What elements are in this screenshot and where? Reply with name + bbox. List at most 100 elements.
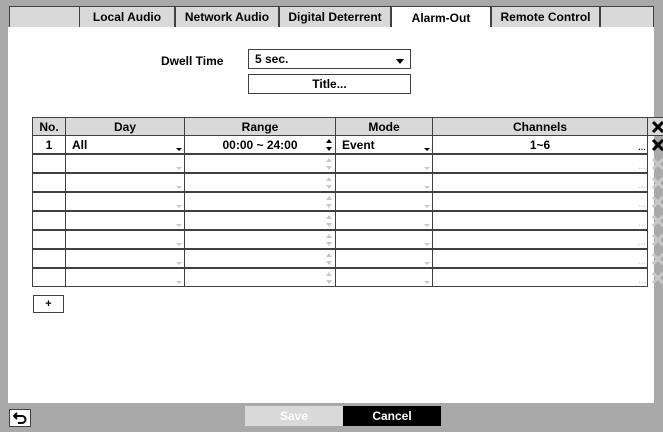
dwell-time-value: 5 sec. bbox=[255, 52, 289, 66]
cancel-button[interactable]: Cancel bbox=[343, 406, 441, 426]
more-icon: … bbox=[638, 143, 646, 152]
tab-remote-control[interactable]: Remote Control bbox=[491, 6, 600, 27]
channels-cell[interactable]: … bbox=[432, 249, 648, 268]
chevron-down-icon bbox=[176, 148, 182, 151]
close-icon bbox=[652, 120, 663, 133]
range-cell[interactable] bbox=[184, 230, 336, 249]
spin-arrows-icon bbox=[326, 196, 332, 208]
chevron-down-icon bbox=[424, 186, 430, 189]
chevron-down-icon bbox=[176, 262, 182, 265]
mode-cell[interactable] bbox=[335, 173, 433, 192]
chevron-down-icon bbox=[176, 167, 182, 170]
channels-cell[interactable]: … bbox=[432, 154, 648, 173]
mode-cell[interactable] bbox=[335, 154, 433, 173]
chevron-down-icon bbox=[176, 281, 182, 284]
more-icon: … bbox=[638, 219, 646, 228]
chevron-down-icon bbox=[176, 205, 182, 208]
chevron-down-icon bbox=[424, 262, 430, 265]
more-icon: … bbox=[638, 200, 646, 209]
day-cell[interactable] bbox=[65, 211, 185, 230]
chevron-down-icon bbox=[176, 224, 182, 227]
range-cell[interactable] bbox=[184, 211, 336, 230]
delete-row-button[interactable] bbox=[647, 154, 663, 173]
channels-cell[interactable]: 1~6… bbox=[432, 135, 648, 154]
delete-all-button[interactable] bbox=[647, 117, 663, 136]
mode-cell[interactable] bbox=[335, 268, 433, 287]
chevron-down-icon bbox=[396, 59, 404, 64]
delete-row-button[interactable] bbox=[647, 211, 663, 230]
delete-row-button[interactable] bbox=[647, 249, 663, 268]
spin-arrows-icon bbox=[326, 253, 332, 265]
channels-cell[interactable]: … bbox=[432, 173, 648, 192]
mode-cell[interactable] bbox=[335, 230, 433, 249]
chevron-down-icon bbox=[176, 186, 182, 189]
range-cell[interactable]: 00:00 ~ 24:00 bbox=[184, 135, 336, 154]
row-number-cell bbox=[32, 173, 66, 192]
tab-bar: Local Audio Network Audio Digital Deterr… bbox=[0, 0, 663, 28]
close-icon bbox=[652, 157, 663, 170]
spin-arrows-icon bbox=[326, 272, 332, 284]
range-cell[interactable] bbox=[184, 173, 336, 192]
day-cell[interactable]: All bbox=[65, 135, 185, 154]
range-cell[interactable] bbox=[184, 154, 336, 173]
mode-cell[interactable] bbox=[335, 211, 433, 230]
delete-row-button[interactable] bbox=[647, 192, 663, 211]
tab-bar-spacer-left bbox=[9, 6, 80, 27]
tab-digital-deterrent[interactable]: Digital Deterrent bbox=[279, 6, 391, 27]
delete-row-button[interactable] bbox=[647, 268, 663, 287]
day-cell[interactable] bbox=[65, 173, 185, 192]
add-row-button[interactable]: + bbox=[33, 295, 64, 313]
dwell-time-label: Dwell Time bbox=[161, 54, 224, 68]
day-cell[interactable] bbox=[65, 192, 185, 211]
chevron-down-icon bbox=[424, 281, 430, 284]
more-icon: … bbox=[638, 181, 646, 190]
tab-alarm-out[interactable]: Alarm-Out bbox=[391, 6, 491, 28]
day-cell[interactable] bbox=[65, 154, 185, 173]
mode-cell[interactable] bbox=[335, 249, 433, 268]
close-icon bbox=[652, 214, 663, 227]
close-icon bbox=[652, 176, 663, 189]
mode-cell[interactable] bbox=[335, 192, 433, 211]
mode-cell[interactable]: Event bbox=[335, 135, 433, 154]
delete-row-button[interactable] bbox=[647, 135, 663, 154]
row-number-cell bbox=[32, 211, 66, 230]
close-icon bbox=[652, 195, 663, 208]
save-button[interactable]: Save bbox=[245, 406, 343, 426]
spin-arrows-icon bbox=[326, 177, 332, 189]
spin-arrows-icon bbox=[326, 158, 332, 170]
back-button[interactable] bbox=[9, 409, 31, 427]
row-number-cell: 1 bbox=[32, 135, 66, 154]
channels-cell[interactable]: … bbox=[432, 230, 648, 249]
delete-row-button[interactable] bbox=[647, 173, 663, 192]
range-cell[interactable] bbox=[184, 268, 336, 287]
spin-arrows-icon bbox=[326, 139, 332, 151]
day-cell[interactable] bbox=[65, 249, 185, 268]
chevron-down-icon bbox=[424, 148, 430, 151]
dwell-time-dropdown[interactable]: 5 sec. bbox=[248, 49, 411, 69]
title-button[interactable]: Title... bbox=[248, 74, 411, 94]
channels-cell[interactable]: … bbox=[432, 268, 648, 287]
range-cell[interactable] bbox=[184, 249, 336, 268]
back-arrow-icon bbox=[13, 412, 27, 424]
column-header-no: No. bbox=[32, 117, 66, 136]
day-cell[interactable] bbox=[65, 268, 185, 287]
day-cell[interactable] bbox=[65, 230, 185, 249]
tab-network-audio[interactable]: Network Audio bbox=[175, 6, 279, 27]
more-icon: … bbox=[638, 257, 646, 266]
row-number-cell bbox=[32, 268, 66, 287]
spin-arrows-icon bbox=[326, 234, 332, 246]
chevron-down-icon bbox=[424, 224, 430, 227]
tab-local-audio[interactable]: Local Audio bbox=[79, 6, 175, 27]
more-icon: … bbox=[638, 162, 646, 171]
row-number-cell bbox=[32, 249, 66, 268]
delete-row-button[interactable] bbox=[647, 230, 663, 249]
channels-cell[interactable]: … bbox=[432, 211, 648, 230]
chevron-down-icon bbox=[176, 243, 182, 246]
row-number-cell bbox=[32, 154, 66, 173]
column-header-mode: Mode bbox=[335, 117, 433, 136]
chevron-down-icon bbox=[424, 205, 430, 208]
channels-cell[interactable]: … bbox=[432, 192, 648, 211]
close-icon bbox=[652, 138, 663, 151]
range-cell[interactable] bbox=[184, 192, 336, 211]
tab-bar-spacer-right bbox=[600, 6, 654, 27]
